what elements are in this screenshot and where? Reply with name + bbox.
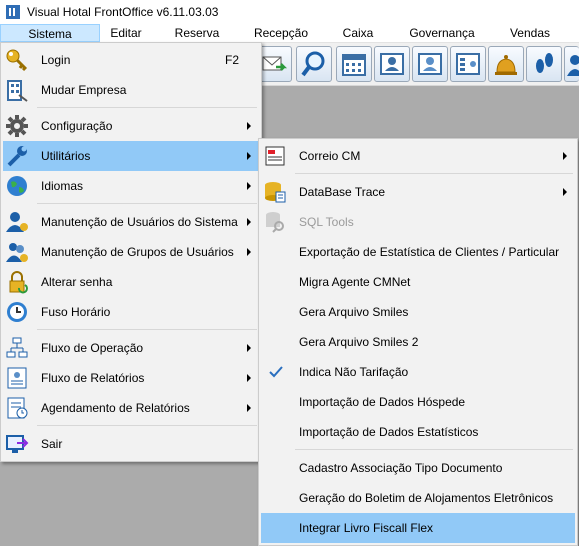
menu-item-sql-tools: SQL Tools — [261, 207, 575, 237]
menu-separator — [37, 107, 257, 108]
globe-icon — [5, 174, 29, 198]
menu-item-sair[interactable]: Sair — [3, 429, 259, 459]
menu-item-importacao-hospede[interactable]: Importação de Dados Hóspede — [261, 387, 575, 417]
menu-item-geracao-boletim[interactable]: Geração do Boletim de Alojamentos Eletrô… — [261, 483, 575, 513]
menu-item-migra-agente[interactable]: Migra Agente CMNet — [261, 267, 575, 297]
submenu-arrow-icon — [247, 374, 251, 382]
menu-item-database-trace[interactable]: DataBase Trace — [261, 177, 575, 207]
footprints-button[interactable] — [526, 46, 562, 82]
menu-item-idiomas[interactable]: Idiomas — [3, 171, 259, 201]
menu-item-gera-arquivo-smiles[interactable]: Gera Arquivo Smiles — [261, 297, 575, 327]
report-schedule-icon — [5, 396, 29, 420]
building-icon — [5, 78, 29, 102]
guest-card-2-button[interactable] — [412, 46, 448, 82]
user-gear-icon — [5, 210, 29, 234]
menu-separator — [37, 425, 257, 426]
key-icon — [5, 48, 29, 72]
window-title: Visual Hotal FrontOffice v6.11.03.03 — [27, 5, 219, 19]
menu-caixa[interactable]: Caixa — [336, 24, 380, 42]
database-search-icon — [263, 210, 287, 234]
submenu-arrow-icon — [247, 152, 251, 160]
menu-item-utilitarios[interactable]: Utilitários — [3, 141, 259, 171]
utilitarios-submenu: Correio CM DataBase Trace SQL Tools Expo… — [258, 138, 578, 546]
menu-item-login[interactable]: Login F2 — [3, 45, 259, 75]
clock-icon — [5, 300, 29, 324]
exit-icon — [5, 432, 29, 456]
menu-item-cadastro-associacao[interactable]: Cadastro Associação Tipo Documento — [261, 453, 575, 483]
menu-vendas[interactable]: Vendas — [502, 24, 558, 42]
submenu-arrow-icon — [563, 152, 567, 160]
menu-separator — [295, 173, 573, 174]
guest-card-2-icon — [418, 53, 442, 75]
menu-item-mudar-empresa[interactable]: Mudar Empresa — [3, 75, 259, 105]
database-icon — [263, 180, 287, 204]
checkmark-icon — [267, 363, 285, 381]
menu-separator — [37, 329, 257, 330]
submenu-arrow-icon — [247, 182, 251, 190]
menu-recepcao[interactable]: Recepção — [244, 24, 318, 42]
guest-card-button[interactable] — [374, 46, 410, 82]
menu-item-indica-nao-tarifacao[interactable]: Indica Não Tarifação — [261, 357, 575, 387]
search-icon — [301, 51, 325, 77]
users-gear-icon — [5, 240, 29, 264]
menu-item-configuracao[interactable]: Configuração — [3, 111, 259, 141]
submenu-arrow-icon — [247, 344, 251, 352]
bell-button[interactable] — [488, 46, 524, 82]
gear-icon — [5, 114, 29, 138]
submenu-arrow-icon — [247, 122, 251, 130]
search-button[interactable] — [296, 46, 332, 82]
submenu-arrow-icon — [247, 404, 251, 412]
menu-item-integrar-livro-fiscal[interactable]: Integrar Livro Fiscall Flex — [261, 513, 575, 543]
report-flow-icon — [5, 366, 29, 390]
bell-icon — [495, 55, 517, 75]
menu-bar: Sistema Editar Reserva Recepção Caixa Go… — [0, 24, 579, 43]
guest-card-icon — [380, 53, 404, 75]
menu-item-gera-arquivo-smiles-2[interactable]: Gera Arquivo Smiles 2 — [261, 327, 575, 357]
calendar-button[interactable] — [336, 46, 372, 82]
calendar-icon — [342, 54, 366, 76]
room-rack-icon — [456, 53, 480, 75]
menu-item-manutencao-usuarios[interactable]: Manutenção de Usuários do Sistema — [3, 207, 259, 237]
menu-sistema[interactable]: Sistema — [0, 24, 100, 42]
user-button[interactable] — [564, 46, 579, 82]
menu-item-correio-cm[interactable]: Correio CM — [261, 141, 575, 171]
app-icon — [6, 5, 20, 19]
menu-item-alterar-senha[interactable]: Alterar senha — [3, 267, 259, 297]
menu-item-fluxo-operacao[interactable]: Fluxo de Operação — [3, 333, 259, 363]
envelope-arrow-icon — [262, 56, 288, 71]
user-icon — [567, 55, 579, 76]
menu-item-importacao-estatisticos[interactable]: Importação de Dados Estatísticos — [261, 417, 575, 447]
menu-separator — [295, 449, 573, 450]
submenu-arrow-icon — [563, 188, 567, 196]
menu-item-agendamento-relatorios[interactable]: Agendamento de Relatórios — [3, 393, 259, 423]
menu-editar[interactable]: Editar — [100, 24, 152, 42]
submenu-arrow-icon — [247, 248, 251, 256]
menu-separator — [37, 203, 257, 204]
menu-reserva[interactable]: Reserva — [162, 24, 232, 42]
footprints-icon — [536, 53, 553, 73]
lock-icon — [5, 270, 29, 294]
mail-doc-icon — [263, 144, 287, 168]
menu-item-fluxo-relatorios[interactable]: Fluxo de Relatórios — [3, 363, 259, 393]
room-rack-button[interactable] — [450, 46, 486, 82]
flowchart-icon — [5, 336, 29, 360]
wrench-icon — [5, 144, 29, 168]
menu-item-manutencao-grupos[interactable]: Manutenção de Grupos de Usuários — [3, 237, 259, 267]
menu-item-exportacao-estatistica[interactable]: Exportação de Estatística de Clientes / … — [261, 237, 575, 267]
menu-governanca[interactable]: Governança — [402, 24, 482, 42]
title-bar: Visual Hotal FrontOffice v6.11.03.03 — [0, 0, 579, 24]
sistema-menu: Login F2 Mudar Empresa Configuração Util… — [0, 42, 262, 462]
menu-item-fuso-horario[interactable]: Fuso Horário — [3, 297, 259, 327]
submenu-arrow-icon — [247, 218, 251, 226]
